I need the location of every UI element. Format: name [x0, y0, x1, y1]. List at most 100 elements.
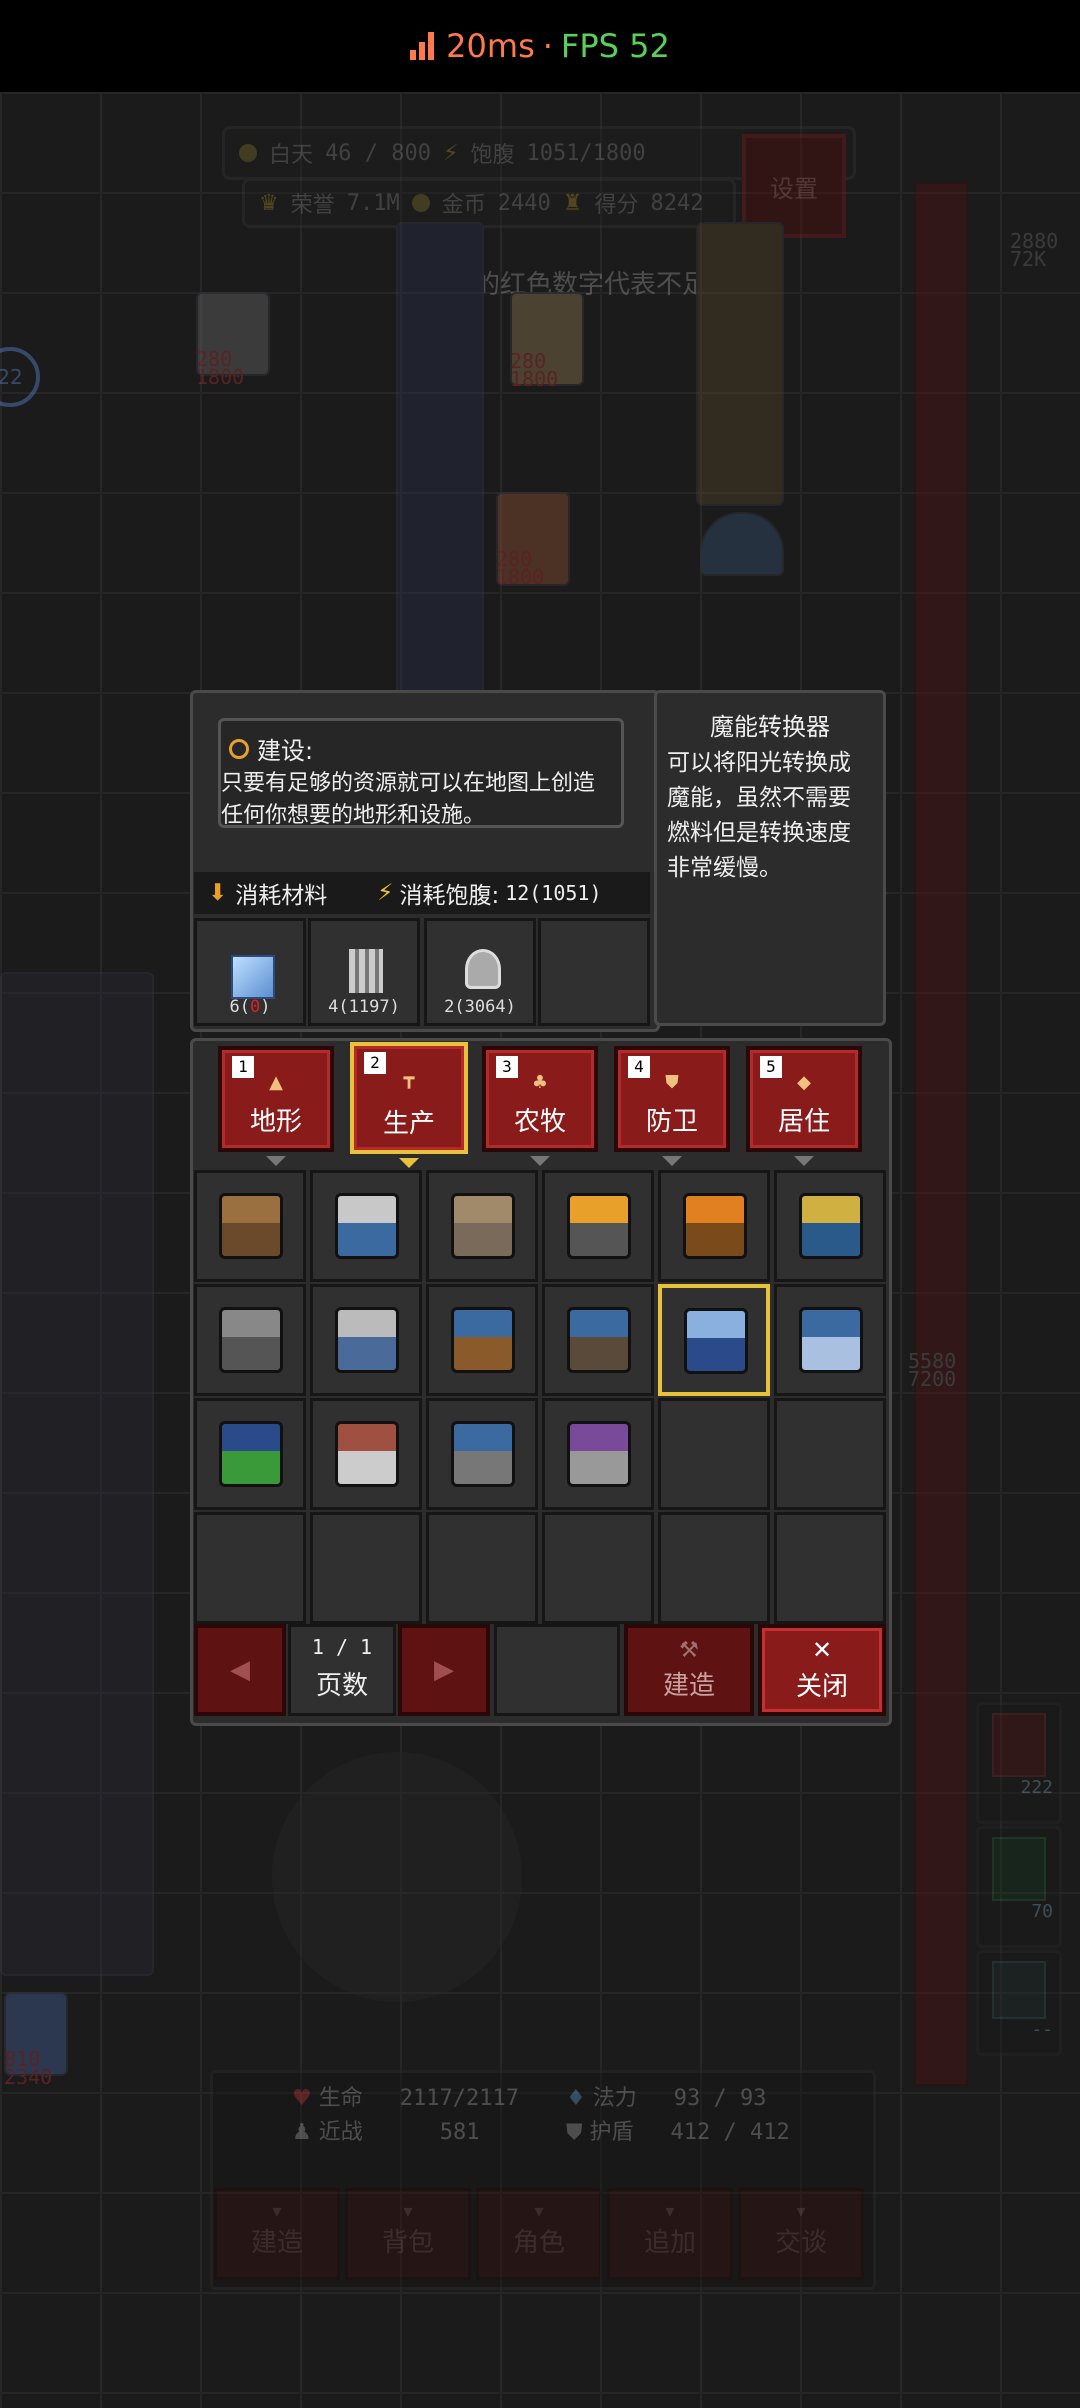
- status-bar: 20ms · FPS 52: [0, 0, 1080, 92]
- tab-housing[interactable]: 5 ◆ 居住: [746, 1046, 862, 1166]
- left-machines: [0, 972, 154, 1976]
- empty-action-slot: [494, 1624, 620, 1716]
- gear-part-icon: [465, 949, 501, 989]
- building-right: [696, 222, 784, 506]
- build-item-slot[interactable]: [774, 1170, 886, 1282]
- build-item-slot[interactable]: [774, 1284, 886, 1396]
- npc2-hp-marker: 280 1800: [496, 549, 544, 587]
- glass-block-icon: [231, 955, 275, 999]
- tab-pointer: [266, 1156, 286, 1166]
- empty-item-slot: [542, 1512, 654, 1624]
- satiety-cost-label: 消耗饱腹:: [399, 883, 500, 909]
- material-slot: 2(3064): [424, 918, 536, 1026]
- close-button[interactable]: ✕ 关闭: [758, 1624, 886, 1716]
- lightning-icon: ⚡: [377, 880, 394, 906]
- player-hp-max: 2340: [4, 2065, 53, 2089]
- prev-page-button[interactable]: ◀: [194, 1624, 286, 1716]
- purple-cabinet-icon: [567, 1421, 631, 1487]
- tab-defense[interactable]: 4 ⛊ 防卫: [614, 1046, 730, 1166]
- defense-icon: ⛊: [665, 1072, 679, 1093]
- building-column: [396, 222, 484, 696]
- tab-production[interactable]: 2 ┳ 生产: [350, 1042, 468, 1168]
- build-item-slot[interactable]: [194, 1170, 306, 1282]
- honor-gold-bar: ♛ 荣誉 7.1M 金币 2440 ♜ 得分 8242: [242, 178, 736, 228]
- satiety-value: 1051/1800: [526, 140, 646, 166]
- anvil-tab-icon: ┳: [403, 1068, 415, 1089]
- tank-pair-icon: [799, 1307, 863, 1373]
- sun-icon: [239, 144, 257, 162]
- tab-label: 防卫: [645, 1107, 698, 1137]
- score-value: 8242: [650, 190, 704, 216]
- day-value: 46 / 800: [325, 140, 431, 166]
- detail-panel: 魔能转换器 可以将阳光转换成魔能，虽然不需要燃料但是转换速度非常缓慢。: [654, 690, 886, 1026]
- hp-max: 1800: [196, 365, 245, 389]
- empty-item-slot: [310, 1512, 422, 1624]
- empty-item-slot: [194, 1512, 306, 1624]
- next-arrow-icon: ▶: [434, 1655, 454, 1685]
- coin-icon: [411, 194, 430, 212]
- score-label: 得分: [594, 193, 639, 218]
- empty-item-slot: [426, 1512, 538, 1624]
- sawmill-icon: [335, 1193, 399, 1259]
- furnace-icon: [567, 1193, 631, 1259]
- next-page-button[interactable]: ▶: [398, 1624, 490, 1716]
- material-qty: 4(1197): [328, 997, 400, 1017]
- tab-farming[interactable]: 3 ♣ 农牧: [482, 1046, 598, 1166]
- left-circle-value: 22: [0, 365, 23, 389]
- machine-press-icon: [335, 1307, 399, 1373]
- joystick[interactable]: [272, 1752, 522, 2002]
- prev-arrow-icon: ◀: [230, 1655, 250, 1685]
- gold-label: 金币: [441, 193, 486, 218]
- build-item-slot[interactable]: [194, 1398, 306, 1510]
- materials-label: 消耗材料: [235, 883, 328, 909]
- satiety-cost-value: 12(1051): [505, 881, 602, 905]
- build-item-slot[interactable]: [658, 1284, 770, 1396]
- tab-pointer: [794, 1156, 814, 1166]
- material-qty-end: ): [260, 997, 271, 1017]
- down-arrow-icon: ⬇: [208, 880, 228, 906]
- build-info-text: 只要有足够的资源就可以在地图上创造任何你想要的地形和设施。: [221, 771, 596, 828]
- build-item-slot[interactable]: [194, 1284, 306, 1396]
- build-item-slot[interactable]: [658, 1170, 770, 1282]
- build-item-slot[interactable]: [426, 1284, 538, 1396]
- build-item-slot[interactable]: [426, 1398, 538, 1510]
- right-stats: 2880 72K: [1010, 231, 1058, 269]
- sprout-icon: ♣: [531, 1072, 549, 1093]
- gold-value: 2440: [497, 190, 551, 216]
- build-label: 建造: [662, 1671, 715, 1701]
- target-icon: [229, 738, 249, 759]
- page-indicator: 1 / 1 页数: [288, 1624, 396, 1716]
- build-item-slot[interactable]: [310, 1170, 422, 1282]
- satiety-label: 饱腹: [470, 143, 515, 168]
- page-label: 页数: [315, 1671, 368, 1701]
- build-item-slot[interactable]: [310, 1284, 422, 1396]
- tab-label: 生产: [382, 1109, 435, 1139]
- build-item-slot[interactable]: [542, 1284, 654, 1396]
- material-qty: 6(: [229, 997, 250, 1017]
- build-item-slot[interactable]: [426, 1170, 538, 1282]
- build-info-box: 建设: 只要有足够的资源就可以在地图上创造任何你想要的地形和设施。: [218, 718, 624, 828]
- tab-pointer: [662, 1156, 682, 1166]
- tab-terrain[interactable]: 1 ▲ 地形: [218, 1046, 334, 1166]
- fountain-sprite: [700, 512, 784, 576]
- tab-pointer: [530, 1156, 550, 1166]
- material-qty-red: 0: [249, 997, 261, 1017]
- banner-column: [914, 182, 968, 2086]
- tab-label: 农牧: [513, 1107, 566, 1137]
- empty-item-slot: [774, 1398, 886, 1510]
- honor-label: 荣誉: [290, 193, 335, 218]
- oven-icon: [683, 1193, 747, 1259]
- material-slot: 4(1197): [308, 918, 420, 1026]
- stove-icon: [451, 1193, 515, 1259]
- settings-label: 设置: [770, 174, 818, 203]
- empty-item-slot: [658, 1512, 770, 1624]
- page-value: 1 / 1: [311, 1635, 373, 1659]
- build-button[interactable]: ⚒ 建造: [624, 1624, 754, 1716]
- hammer-icon: ⚒: [679, 1638, 699, 1663]
- build-item-slot[interactable]: [542, 1170, 654, 1282]
- close-icon: ✕: [811, 1636, 833, 1664]
- build-item-slot[interactable]: [310, 1398, 422, 1510]
- grinder-icon: [567, 1307, 631, 1373]
- hp-marker: 280 1800: [196, 349, 245, 389]
- build-item-slot[interactable]: [542, 1398, 654, 1510]
